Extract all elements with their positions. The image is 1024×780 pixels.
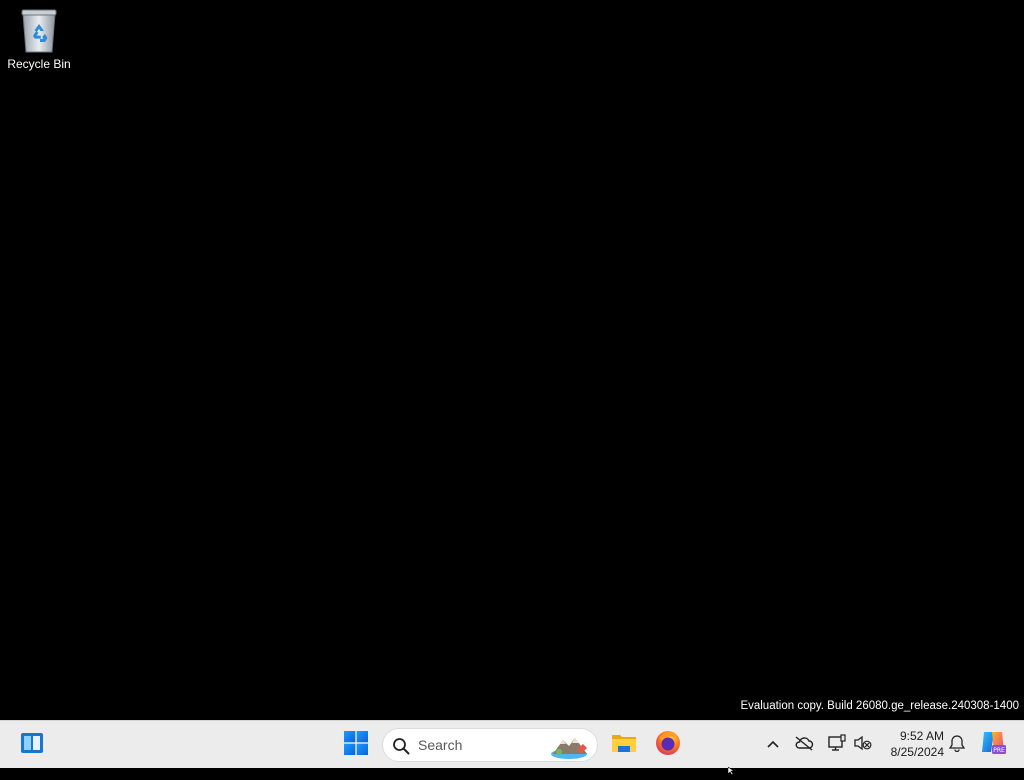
search-highlight-illustration-icon	[547, 732, 593, 765]
search-icon	[392, 737, 410, 760]
recycle-bin-icon	[19, 6, 59, 54]
show-hidden-icons-button[interactable]	[760, 731, 786, 759]
widgets-button[interactable]	[12, 725, 52, 765]
evaluation-watermark: Evaluation copy. Build 26080.ge_release.…	[740, 700, 1019, 712]
taskbar-clock[interactable]: 9:52 AM 8/25/2024	[872, 728, 944, 760]
taskbar-search[interactable]: Search	[382, 728, 598, 762]
start-button[interactable]	[336, 725, 376, 765]
taskbar-file-explorer[interactable]	[604, 725, 644, 765]
network-icon	[827, 733, 847, 757]
desktop-icon-label: Recycle Bin	[7, 57, 71, 71]
firefox-icon	[655, 730, 681, 761]
copilot-icon: PRE	[979, 728, 1007, 761]
taskbar: Search 9:52 AM 8/25/2024 PRE	[0, 720, 1024, 768]
taskbar-firefox[interactable]	[648, 725, 688, 765]
onedrive-tray-button[interactable]	[791, 731, 817, 759]
notifications-button[interactable]	[944, 731, 970, 759]
svg-text:PRE: PRE	[993, 747, 1005, 754]
desktop-icon-recycle-bin[interactable]: Recycle Bin	[4, 6, 74, 76]
clock-date: 8/25/2024	[890, 745, 944, 759]
folder-icon	[611, 732, 637, 759]
search-placeholder: Search	[418, 737, 463, 753]
chevron-up-icon	[766, 736, 780, 754]
widgets-icon	[20, 732, 44, 759]
network-tray-button[interactable]	[824, 731, 850, 759]
windows-start-icon	[344, 730, 368, 760]
clock-time: 9:52 AM	[899, 729, 944, 743]
onedrive-off-icon	[794, 735, 814, 756]
desktop[interactable]: Recycle Bin Evaluation copy. Build 26080…	[0, 0, 1024, 720]
copilot-button[interactable]: PRE	[976, 727, 1010, 761]
mouse-cursor-icon	[727, 762, 736, 780]
volume-muted-icon	[854, 735, 872, 756]
notification-bell-icon	[948, 734, 966, 757]
